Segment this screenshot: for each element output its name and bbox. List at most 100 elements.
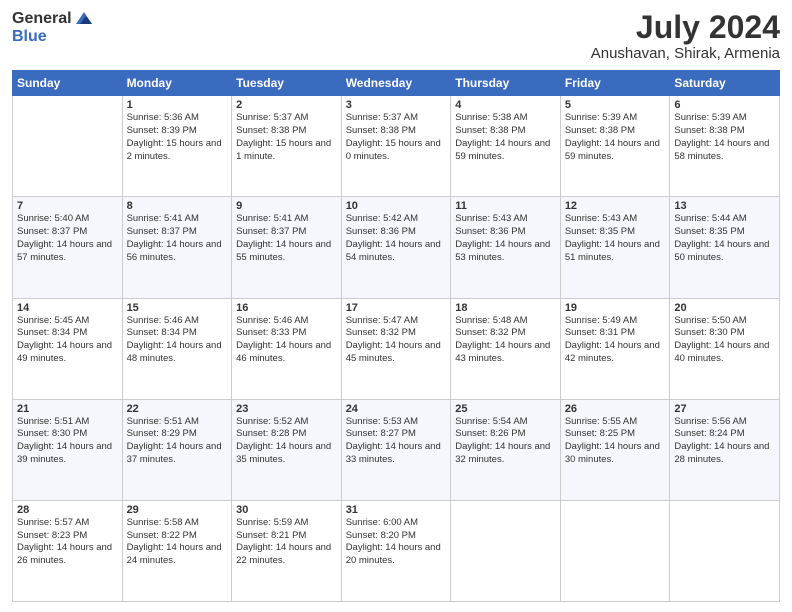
day-info: Sunrise: 5:48 AMSunset: 8:32 PMDaylight:… [455, 315, 556, 366]
subtitle: Anushavan, Shirak, Armenia [591, 45, 780, 62]
calendar-cell: 5Sunrise: 5:39 AMSunset: 8:38 PMDaylight… [560, 96, 670, 197]
calendar-cell: 28Sunrise: 5:57 AMSunset: 8:23 PMDayligh… [13, 500, 123, 601]
calendar-cell [13, 96, 123, 197]
calendar-cell: 17Sunrise: 5:47 AMSunset: 8:32 PMDayligh… [341, 298, 451, 399]
header-saturday: Saturday [670, 71, 780, 96]
calendar-cell: 27Sunrise: 5:56 AMSunset: 8:24 PMDayligh… [670, 399, 780, 500]
calendar-week-5: 28Sunrise: 5:57 AMSunset: 8:23 PMDayligh… [13, 500, 780, 601]
day-number: 28 [17, 504, 118, 516]
calendar-cell: 30Sunrise: 5:59 AMSunset: 8:21 PMDayligh… [232, 500, 342, 601]
day-number: 22 [127, 403, 228, 415]
day-info: Sunrise: 5:39 AMSunset: 8:38 PMDaylight:… [565, 112, 666, 163]
day-number: 1 [127, 99, 228, 111]
logo-icon [74, 8, 94, 28]
day-info: Sunrise: 5:51 AMSunset: 8:30 PMDaylight:… [17, 416, 118, 467]
day-number: 16 [236, 302, 337, 314]
day-number: 14 [17, 302, 118, 314]
day-number: 26 [565, 403, 666, 415]
calendar-cell: 31Sunrise: 6:00 AMSunset: 8:20 PMDayligh… [341, 500, 451, 601]
day-number: 9 [236, 200, 337, 212]
logo: General Blue [12, 10, 94, 46]
calendar-cell [451, 500, 561, 601]
day-number: 19 [565, 302, 666, 314]
calendar-cell: 2Sunrise: 5:37 AMSunset: 8:38 PMDaylight… [232, 96, 342, 197]
day-number: 24 [346, 403, 447, 415]
calendar-cell: 9Sunrise: 5:41 AMSunset: 8:37 PMDaylight… [232, 197, 342, 298]
calendar-cell: 10Sunrise: 5:42 AMSunset: 8:36 PMDayligh… [341, 197, 451, 298]
calendar-cell: 4Sunrise: 5:38 AMSunset: 8:38 PMDaylight… [451, 96, 561, 197]
day-number: 31 [346, 504, 447, 516]
day-info: Sunrise: 5:55 AMSunset: 8:25 PMDaylight:… [565, 416, 666, 467]
calendar-cell: 25Sunrise: 5:54 AMSunset: 8:26 PMDayligh… [451, 399, 561, 500]
day-number: 29 [127, 504, 228, 516]
header-monday: Monday [122, 71, 232, 96]
calendar-cell: 26Sunrise: 5:55 AMSunset: 8:25 PMDayligh… [560, 399, 670, 500]
calendar-cell: 14Sunrise: 5:45 AMSunset: 8:34 PMDayligh… [13, 298, 123, 399]
day-info: Sunrise: 5:46 AMSunset: 8:34 PMDaylight:… [127, 315, 228, 366]
calendar-week-2: 7Sunrise: 5:40 AMSunset: 8:37 PMDaylight… [13, 197, 780, 298]
day-info: Sunrise: 5:44 AMSunset: 8:35 PMDaylight:… [674, 213, 775, 264]
header-tuesday: Tuesday [232, 71, 342, 96]
header-thursday: Thursday [451, 71, 561, 96]
day-number: 6 [674, 99, 775, 111]
day-number: 5 [565, 99, 666, 111]
calendar-cell: 19Sunrise: 5:49 AMSunset: 8:31 PMDayligh… [560, 298, 670, 399]
day-info: Sunrise: 5:41 AMSunset: 8:37 PMDaylight:… [236, 213, 337, 264]
day-number: 11 [455, 200, 556, 212]
calendar-cell: 21Sunrise: 5:51 AMSunset: 8:30 PMDayligh… [13, 399, 123, 500]
day-info: Sunrise: 5:43 AMSunset: 8:36 PMDaylight:… [455, 213, 556, 264]
day-info: Sunrise: 5:52 AMSunset: 8:28 PMDaylight:… [236, 416, 337, 467]
calendar-cell [670, 500, 780, 601]
day-number: 25 [455, 403, 556, 415]
calendar-cell: 6Sunrise: 5:39 AMSunset: 8:38 PMDaylight… [670, 96, 780, 197]
day-number: 2 [236, 99, 337, 111]
day-number: 30 [236, 504, 337, 516]
day-number: 27 [674, 403, 775, 415]
day-info: Sunrise: 5:40 AMSunset: 8:37 PMDaylight:… [17, 213, 118, 264]
day-info: Sunrise: 5:39 AMSunset: 8:38 PMDaylight:… [674, 112, 775, 163]
calendar-cell: 23Sunrise: 5:52 AMSunset: 8:28 PMDayligh… [232, 399, 342, 500]
page: General Blue July 2024 Anushavan, Shirak… [0, 0, 792, 612]
title-block: July 2024 Anushavan, Shirak, Armenia [591, 10, 780, 62]
day-info: Sunrise: 5:54 AMSunset: 8:26 PMDaylight:… [455, 416, 556, 467]
logo-general: General [12, 10, 72, 28]
day-number: 17 [346, 302, 447, 314]
day-number: 8 [127, 200, 228, 212]
calendar-cell: 20Sunrise: 5:50 AMSunset: 8:30 PMDayligh… [670, 298, 780, 399]
day-number: 23 [236, 403, 337, 415]
day-number: 13 [674, 200, 775, 212]
day-info: Sunrise: 5:50 AMSunset: 8:30 PMDaylight:… [674, 315, 775, 366]
calendar-cell: 22Sunrise: 5:51 AMSunset: 8:29 PMDayligh… [122, 399, 232, 500]
calendar-cell: 29Sunrise: 5:58 AMSunset: 8:22 PMDayligh… [122, 500, 232, 601]
day-info: Sunrise: 5:42 AMSunset: 8:36 PMDaylight:… [346, 213, 447, 264]
day-info: Sunrise: 5:46 AMSunset: 8:33 PMDaylight:… [236, 315, 337, 366]
day-info: Sunrise: 5:37 AMSunset: 8:38 PMDaylight:… [236, 112, 337, 163]
day-info: Sunrise: 5:45 AMSunset: 8:34 PMDaylight:… [17, 315, 118, 366]
day-info: Sunrise: 5:43 AMSunset: 8:35 PMDaylight:… [565, 213, 666, 264]
calendar-cell: 3Sunrise: 5:37 AMSunset: 8:38 PMDaylight… [341, 96, 451, 197]
header-friday: Friday [560, 71, 670, 96]
calendar-cell [560, 500, 670, 601]
calendar-week-4: 21Sunrise: 5:51 AMSunset: 8:30 PMDayligh… [13, 399, 780, 500]
day-info: Sunrise: 6:00 AMSunset: 8:20 PMDaylight:… [346, 517, 447, 568]
calendar-week-3: 14Sunrise: 5:45 AMSunset: 8:34 PMDayligh… [13, 298, 780, 399]
day-number: 18 [455, 302, 556, 314]
calendar-cell: 1Sunrise: 5:36 AMSunset: 8:39 PMDaylight… [122, 96, 232, 197]
day-info: Sunrise: 5:49 AMSunset: 8:31 PMDaylight:… [565, 315, 666, 366]
day-info: Sunrise: 5:47 AMSunset: 8:32 PMDaylight:… [346, 315, 447, 366]
calendar-cell: 16Sunrise: 5:46 AMSunset: 8:33 PMDayligh… [232, 298, 342, 399]
day-info: Sunrise: 5:41 AMSunset: 8:37 PMDaylight:… [127, 213, 228, 264]
calendar-cell: 24Sunrise: 5:53 AMSunset: 8:27 PMDayligh… [341, 399, 451, 500]
day-info: Sunrise: 5:53 AMSunset: 8:27 PMDaylight:… [346, 416, 447, 467]
day-info: Sunrise: 5:59 AMSunset: 8:21 PMDaylight:… [236, 517, 337, 568]
day-number: 7 [17, 200, 118, 212]
calendar-header-row: Sunday Monday Tuesday Wednesday Thursday… [13, 71, 780, 96]
day-info: Sunrise: 5:57 AMSunset: 8:23 PMDaylight:… [17, 517, 118, 568]
calendar-week-1: 1Sunrise: 5:36 AMSunset: 8:39 PMDaylight… [13, 96, 780, 197]
calendar-cell: 15Sunrise: 5:46 AMSunset: 8:34 PMDayligh… [122, 298, 232, 399]
day-number: 12 [565, 200, 666, 212]
logo-blue: Blue [12, 28, 94, 46]
calendar-body: 1Sunrise: 5:36 AMSunset: 8:39 PMDaylight… [13, 96, 780, 602]
day-number: 21 [17, 403, 118, 415]
day-info: Sunrise: 5:51 AMSunset: 8:29 PMDaylight:… [127, 416, 228, 467]
